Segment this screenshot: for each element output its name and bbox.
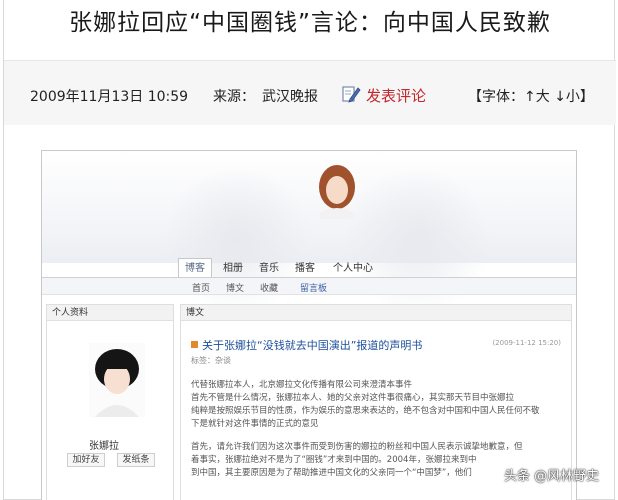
post-title[interactable]: 关于张娜拉“没钱就去中国演出”报道的声明书	[191, 337, 422, 353]
banner-portrait	[319, 165, 355, 219]
blog-subnav: 首页 博文 收藏 留言板	[42, 277, 576, 295]
post-date: (2009-11-12 15:20)	[492, 339, 561, 347]
post-paragraph: 纯粹是按照娱乐节目的性质，作为娱乐的意思来表达的，绝不包含对中国和中国人民任何不…	[191, 406, 540, 416]
subtab-home[interactable]: 首页	[192, 281, 210, 294]
post-panel-header: 博文	[181, 305, 571, 321]
post-comment-link[interactable]: 发表评论	[366, 85, 426, 106]
profile-panel-header: 个人资料	[47, 305, 173, 321]
font-smaller-link[interactable]: ↓小	[554, 89, 580, 105]
profile-name: 张娜拉	[89, 441, 119, 452]
tab-podcast[interactable]: 播客	[288, 258, 322, 278]
profile-photo	[89, 343, 145, 417]
font-size-label: 【字体：	[468, 89, 524, 105]
post-paragraph: 下是就针对这件事情的正式的意见	[191, 419, 319, 429]
post-bullet-icon	[191, 341, 198, 348]
send-note-button[interactable]: 发纸条	[117, 453, 155, 467]
tab-music[interactable]: 音乐	[252, 258, 286, 278]
post-title-text: 关于张娜拉“没钱就去中国演出”报道的声明书	[202, 339, 423, 352]
font-size-bracket: 】	[579, 89, 594, 105]
blog-screenshot-image: 博客 相册 音乐 播客 个人中心 首页 博文 收藏 留言板 个人资料 张娜拉 加…	[41, 150, 577, 500]
font-larger-link[interactable]: ↑大	[524, 89, 550, 105]
post-paragraph: 首先，请允许我们因为这次事件而受到伤害的娜拉的粉丝和中国人民表示诚挚地歉意，但	[191, 442, 523, 452]
add-friend-button[interactable]: 加好友	[67, 453, 105, 467]
tab-user-center[interactable]: 个人中心	[326, 258, 380, 278]
profile-panel: 个人资料 张娜拉 加好友 发纸条	[46, 304, 174, 500]
font-size-control: 【字体：↑大 ↓小】	[468, 86, 594, 106]
pencil-icon[interactable]	[341, 84, 361, 104]
tab-album[interactable]: 相册	[216, 258, 250, 278]
post-tag: 标签：杂谈	[191, 356, 231, 365]
blog-banner	[42, 151, 576, 315]
subtab-favorites[interactable]: 收藏	[260, 281, 278, 294]
post-paragraph: 代替张娜拉本人，北京娜拉文化传播有限公司来澄清本事件	[191, 380, 413, 390]
post-paragraph: 首先不管是什么情况，张娜拉本人、她的父亲对这件事很痛心，其实那天节目中张娜拉	[191, 393, 515, 403]
source-label: 来源：	[213, 89, 255, 105]
source-name: 武汉晚报	[262, 89, 318, 105]
subtab-guestbook[interactable]: 留言板	[300, 281, 327, 294]
publish-date: 2009年11月13日 10:59	[30, 89, 189, 105]
source-watermark: 头条 @风林野史	[504, 469, 600, 484]
article-headline: 张娜拉回应“中国圈钱”言论：向中国人民致歉	[69, 10, 551, 36]
tab-blog[interactable]: 博客	[178, 258, 212, 278]
subtab-posts[interactable]: 博文	[226, 281, 244, 294]
